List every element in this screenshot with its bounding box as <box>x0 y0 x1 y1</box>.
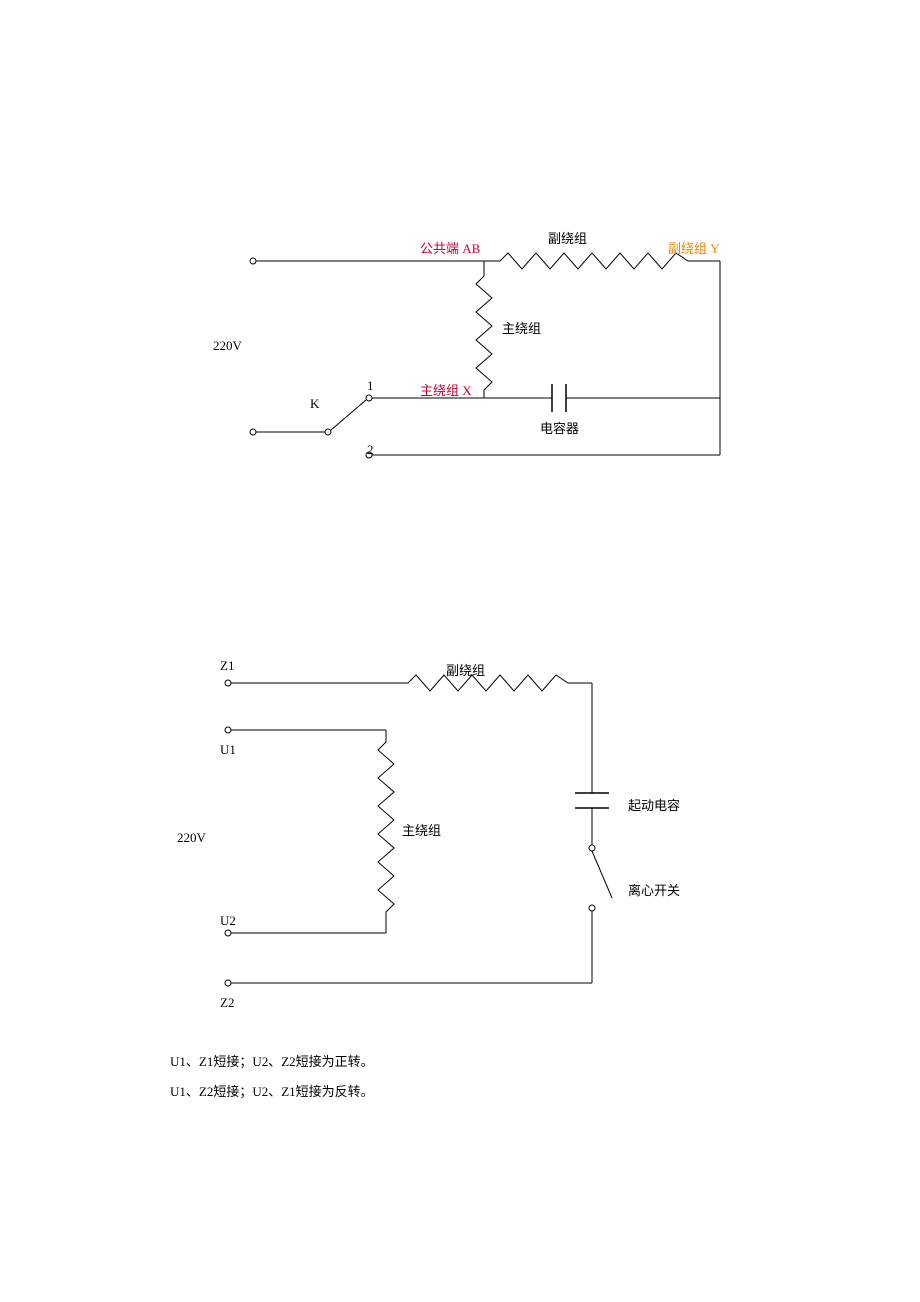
c2-start-capacitor: 起动电容 <box>628 795 680 814</box>
c2-z1: Z1 <box>220 658 234 674</box>
c1-common-terminal: 公共端 AB <box>420 238 480 257</box>
c2-u2: U2 <box>220 913 236 929</box>
note-line-1: U1、Z1短接；U2、Z2短接为正转。 <box>170 1051 374 1070</box>
c2-aux-winding: 副绕组 <box>446 660 485 679</box>
circuit-2-svg <box>0 620 920 1220</box>
c2-centrifugal-switch: 离心开关 <box>628 880 680 899</box>
c1-aux-winding: 副绕组 <box>548 228 587 247</box>
c1-voltage: 220V <box>213 338 242 354</box>
c2-voltage: 220V <box>177 830 206 846</box>
c1-pos2: 2 <box>367 442 374 458</box>
c2-z2: Z2 <box>220 995 234 1011</box>
c1-main-winding: 主绕组 <box>502 318 541 337</box>
c1-aux-winding-y: 副绕组 Y <box>668 238 720 257</box>
c1-switch-k: K <box>310 396 319 412</box>
note-line-2: U1、Z2短接；U2、Z1短接为反转。 <box>170 1081 374 1100</box>
c1-capacitor: 电容器 <box>540 418 579 437</box>
c2-main-winding: 主绕组 <box>402 820 441 839</box>
c2-u1: U1 <box>220 742 236 758</box>
c1-main-winding-x: 主绕组 X <box>420 380 472 399</box>
c1-pos1: 1 <box>367 378 374 394</box>
circuit-1-svg <box>0 0 920 520</box>
